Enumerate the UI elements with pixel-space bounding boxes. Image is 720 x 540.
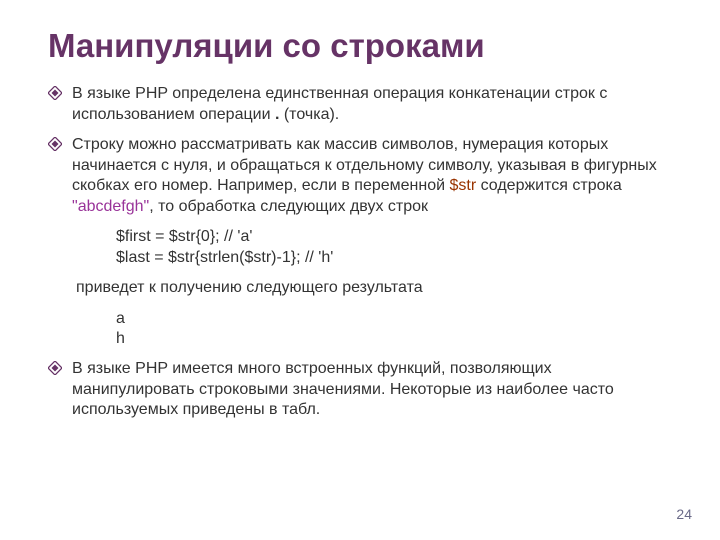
bullet-diamond-icon [48,86,62,125]
bullet-1: В языке PHP определена единственная опер… [48,84,672,125]
result-line-1: a [116,309,672,329]
slide-title: Манипуляции со строками [48,28,672,64]
code-line-1: $first = $str{0}; // 'a' [116,227,672,247]
bullet-1-text: В языке PHP определена единственная опер… [72,84,672,125]
bullet-2-text: Строку можно рассматривать как массив си… [72,135,672,217]
after-code-text: приведет к получению следующего результа… [76,278,672,298]
page-number: 24 [676,506,692,522]
var-str: $str [450,177,477,194]
bullet-3-text: В языке PHP имеется много встроенных фун… [72,359,672,420]
bullet-2: Строку можно рассматривать как массив си… [48,135,672,217]
result-line-2: h [116,329,672,349]
string-literal: abcdefgh [78,198,144,215]
code-line-2: $last = $str{strlen($str)-1}; // 'h' [116,248,672,268]
code-block: $first = $str{0}; // 'a' $last = $str{st… [76,227,672,268]
result-block: a h [76,309,672,350]
bullet-3: В языке PHP имеется много встроенных фун… [48,359,672,420]
bullet-diamond-icon [48,137,62,217]
bullet-diamond-icon [48,361,62,420]
